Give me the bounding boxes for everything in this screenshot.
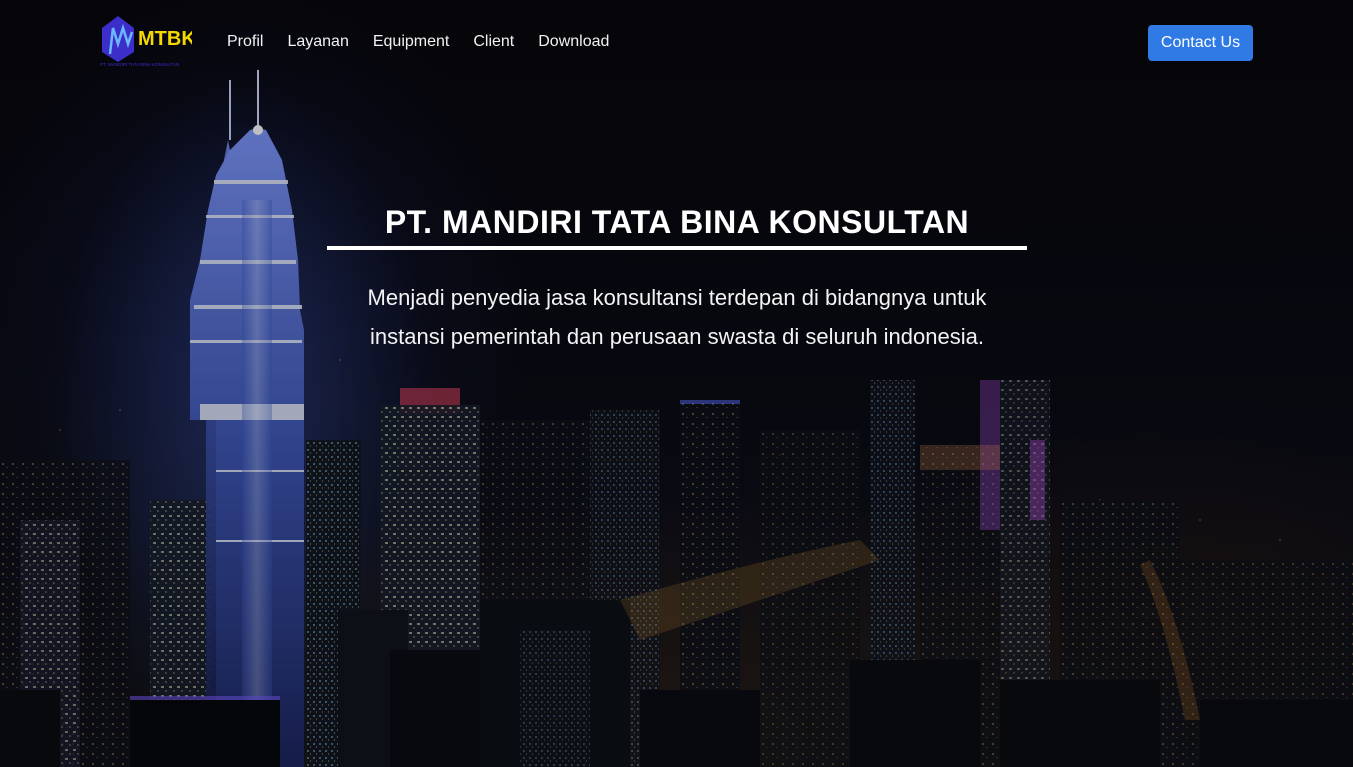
- mtbk-logo-icon: MTBK PT. MANDIRI TATA BINA KONSULTAN: [100, 16, 196, 67]
- logo-tagline: PT. MANDIRI TATA BINA KONSULTAN: [100, 62, 179, 67]
- hero-title: PT. MANDIRI TATA BINA KONSULTAN: [384, 204, 970, 240]
- contact-us-button[interactable]: Contact Us: [1148, 25, 1253, 61]
- logo-text: MTBK: [138, 28, 192, 50]
- company-logo[interactable]: MTBK PT. MANDIRI TATA BINA KONSULTAN: [100, 14, 196, 70]
- hero-subtitle: Menjadi penyedia jasa konsultansi terdep…: [367, 285, 987, 349]
- hero-content: PT. MANDIRI TATA BINA KONSULTAN Menjadi …: [327, 200, 1027, 356]
- nav-links: Profil Layanan Equipment Client Download: [215, 30, 621, 54]
- nav-item-profil[interactable]: Profil: [215, 30, 275, 54]
- nav-item-layanan[interactable]: Layanan: [275, 30, 360, 54]
- top-navbar: MTBK PT. MANDIRI TATA BINA KONSULTAN Pro…: [0, 0, 1353, 86]
- city-skyline-background: [0, 0, 1353, 767]
- nav-item-download[interactable]: Download: [526, 30, 621, 54]
- nav-item-equipment[interactable]: Equipment: [361, 30, 462, 54]
- nav-item-client[interactable]: Client: [461, 30, 526, 54]
- hero-divider: [327, 246, 1027, 250]
- hero-section: MTBK PT. MANDIRI TATA BINA KONSULTAN Pro…: [0, 0, 1353, 767]
